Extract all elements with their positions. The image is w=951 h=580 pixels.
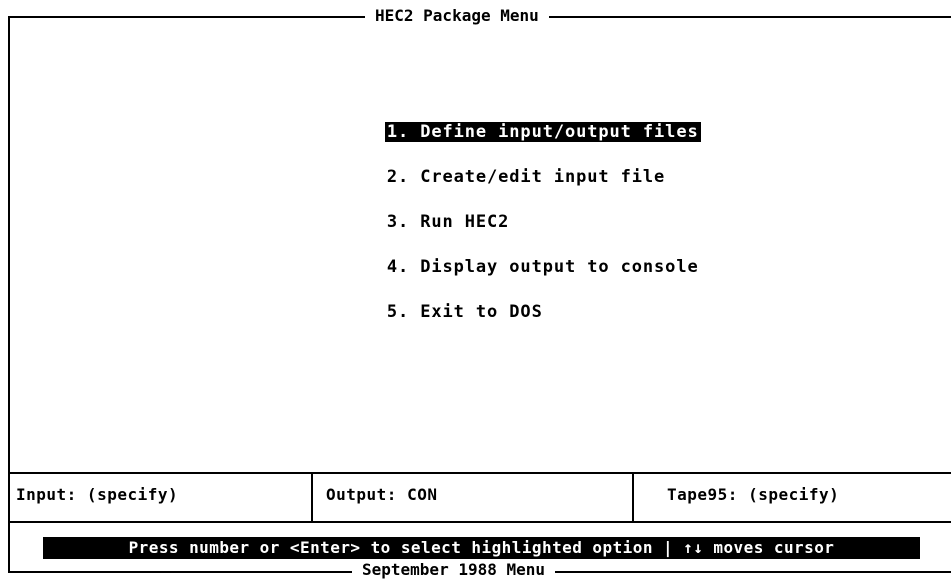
window-title: HEC2 Package Menu <box>365 5 549 27</box>
menu-item-label: 2. Create/edit input file <box>386 167 666 187</box>
status-divider <box>632 472 634 522</box>
menu-item-exit-to-dos[interactable]: 5. Exit to DOS <box>318 276 701 322</box>
status-divider <box>311 472 313 522</box>
hec2-menu-screen: HEC2 Package Menu 1. Define input/output… <box>0 0 951 580</box>
keyboard-hint-bar: Press number or <Enter> to select highli… <box>43 537 920 559</box>
menu-item-create-edit-input[interactable]: 2. Create/edit input file <box>318 141 701 187</box>
tape95-file-status: Tape95: (specify) <box>667 485 840 504</box>
menu-item-label: 4. Display output to console <box>386 257 699 277</box>
menu-item-label: 3. Run HEC2 <box>386 212 510 232</box>
frame-left-border <box>8 16 10 572</box>
output-file-status: Output: CON <box>326 485 438 504</box>
status-bar-bottom-border <box>8 521 951 523</box>
menu-item-define-files[interactable]: 1. Define input/output files <box>318 96 701 142</box>
menu-item-run-hec2[interactable]: 3. Run HEC2 <box>318 186 701 232</box>
menu-item-display-output[interactable]: 4. Display output to console <box>318 231 701 277</box>
main-menu: 1. Define input/output files 2. Create/e… <box>318 96 701 322</box>
menu-item-label: 5. Exit to DOS <box>386 302 543 322</box>
menu-item-label: 1. Define input/output files <box>384 122 701 142</box>
status-bar-top-border <box>8 472 951 474</box>
version-footer: September 1988 Menu <box>352 560 556 580</box>
input-file-status: Input: (specify) <box>16 485 179 504</box>
